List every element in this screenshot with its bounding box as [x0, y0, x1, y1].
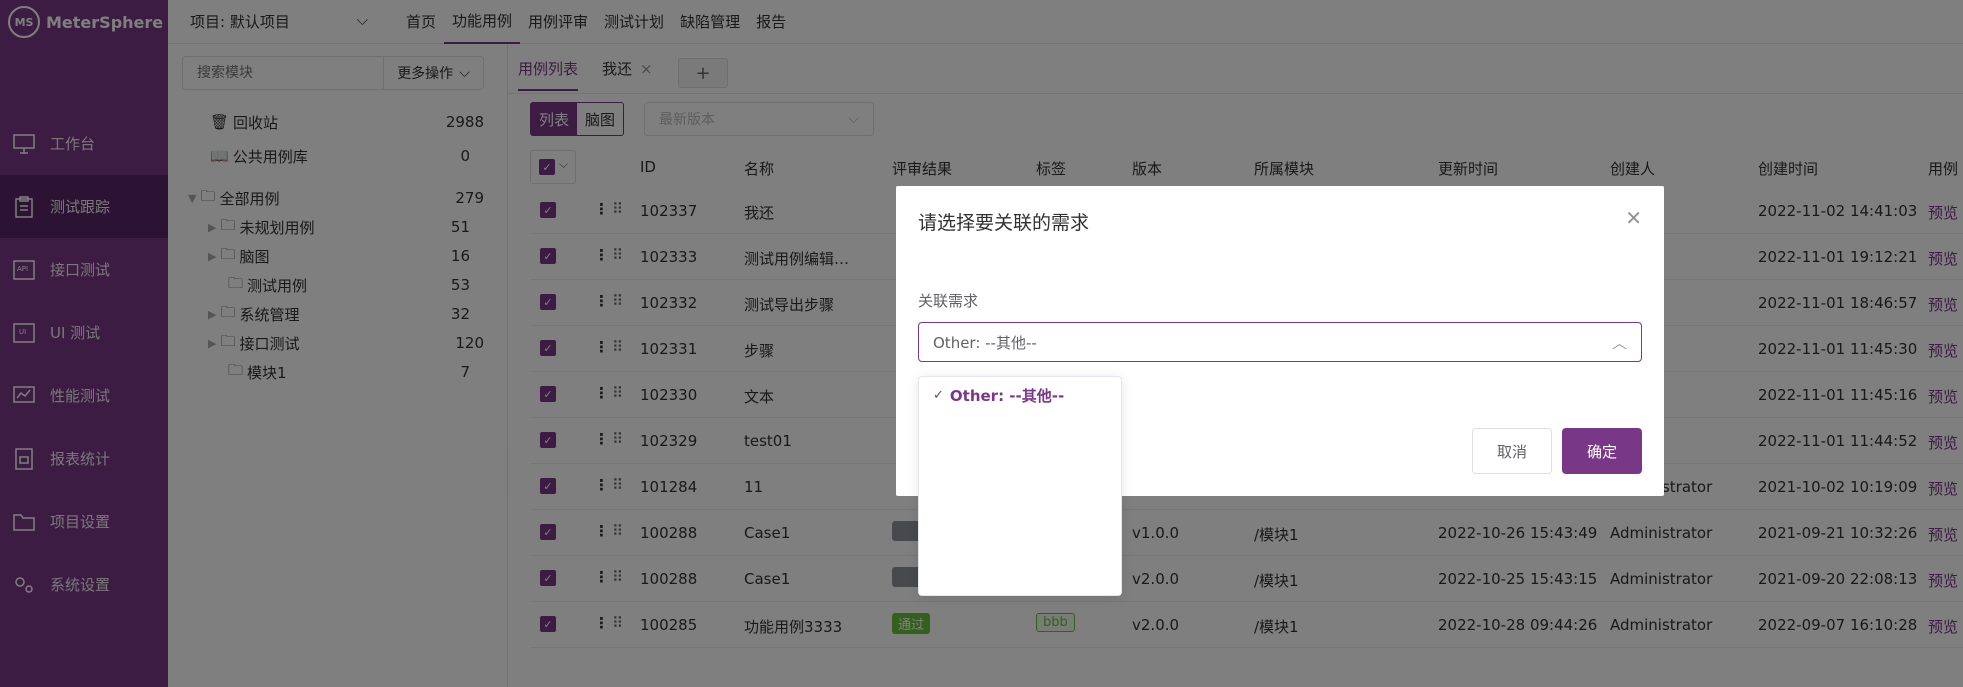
select-value: Other: --其他-- — [933, 333, 1037, 352]
chevron-up-icon: ︿ — [1611, 333, 1627, 352]
close-icon[interactable]: ✕ — [1625, 206, 1642, 230]
dialog-title: 请选择要关联的需求 — [918, 212, 1090, 234]
requirement-dropdown: ✓ Other: --其他-- — [918, 376, 1122, 596]
confirm-button[interactable]: 确定 — [1562, 428, 1642, 474]
field-label: 关联需求 — [918, 292, 979, 310]
requirement-select[interactable]: Other: --其他-- ︿ — [918, 322, 1642, 362]
dropdown-option[interactable]: ✓ Other: --其他-- — [933, 385, 1064, 406]
check-icon: ✓ — [933, 388, 944, 403]
cancel-button[interactable]: 取消 — [1472, 428, 1552, 474]
option-label: Other: --其他-- — [949, 387, 1065, 405]
